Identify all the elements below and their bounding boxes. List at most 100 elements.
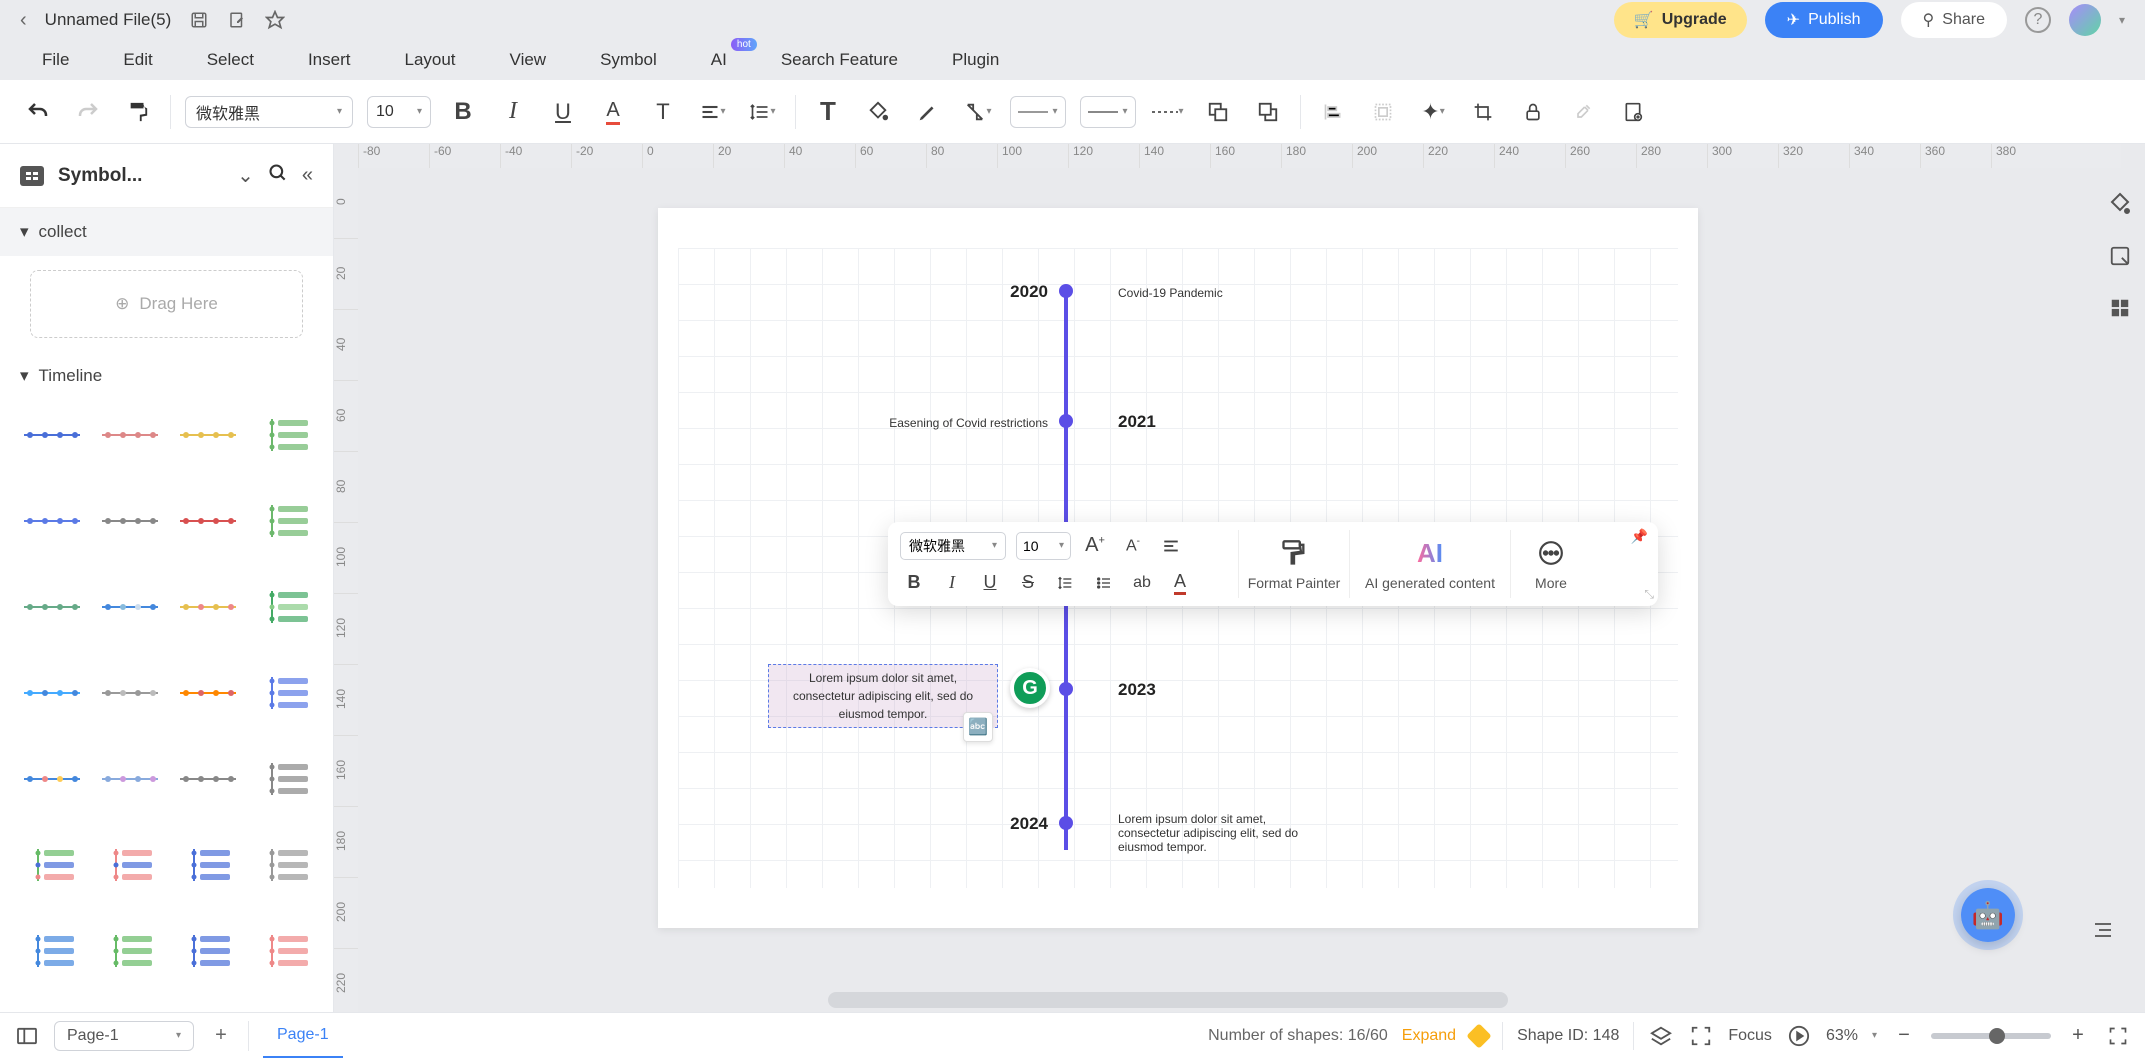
grammarly-icon[interactable]: G — [1010, 668, 1050, 708]
menu-edit[interactable]: Edit — [101, 44, 174, 76]
page-setup-button[interactable] — [1615, 94, 1651, 130]
zoom-slider[interactable] — [1931, 1033, 2051, 1039]
timeline-shape-thumb[interactable] — [174, 840, 242, 890]
line-style-select[interactable]: ▾ — [1010, 96, 1066, 128]
horizontal-scrollbar[interactable] — [828, 992, 1508, 1008]
menu-symbol[interactable]: Symbol — [578, 44, 679, 76]
align-button[interactable]: ▾ — [695, 94, 731, 130]
timeline-shape-thumb[interactable] — [96, 496, 164, 546]
timeline-shape-thumb[interactable] — [18, 496, 86, 546]
ai-content-block[interactable]: AI AI generated content — [1350, 522, 1510, 606]
group-button[interactable] — [1365, 94, 1401, 130]
collect-section-header[interactable]: ▾ collect — [0, 208, 333, 256]
arrow-style-select[interactable]: ▾ — [1080, 96, 1136, 128]
presentation-button[interactable] — [1786, 1023, 1812, 1049]
menu-view[interactable]: View — [488, 44, 569, 76]
help-button[interactable]: ? — [2025, 7, 2051, 33]
resize-handle-icon[interactable]: ⤡ — [1644, 587, 1654, 602]
timeline-shape-thumb[interactable] — [252, 668, 320, 718]
drag-here-zone[interactable]: ⊕ Drag Here — [30, 270, 303, 338]
send-back-button[interactable] — [1250, 94, 1286, 130]
timeline-shape-thumb[interactable] — [96, 668, 164, 718]
dash-style-button[interactable]: ▾ — [1150, 94, 1186, 130]
bring-front-button[interactable] — [1200, 94, 1236, 130]
timeline-dot-2021[interactable] — [1059, 414, 1073, 428]
ctx-font-select[interactable]: 微软雅黑 ▾ — [900, 532, 1006, 560]
timeline-shape-thumb[interactable] — [18, 410, 86, 460]
timeline-shape-thumb[interactable] — [18, 754, 86, 804]
properties-button[interactable] — [2104, 240, 2136, 272]
timeline-shape-thumb[interactable] — [18, 926, 86, 976]
timeline-shape-thumb[interactable] — [252, 582, 320, 632]
label-2020[interactable]: Covid-19 Pandemic — [1118, 286, 1223, 300]
more-block[interactable]: More — [1511, 522, 1591, 606]
lock-button[interactable] — [1515, 94, 1551, 130]
timeline-dot-2020[interactable] — [1059, 284, 1073, 298]
ctx-list-button[interactable] — [1090, 569, 1118, 597]
timeline-shape-thumb[interactable] — [96, 926, 164, 976]
label-2023[interactable]: Lorem ipsum dolor sit amet, consectetur … — [793, 671, 973, 721]
apps-button[interactable] — [2104, 292, 2136, 324]
year-2020[interactable]: 2020 — [988, 282, 1048, 302]
focus-label[interactable]: Focus — [1728, 1027, 1772, 1045]
timeline-dot-2024[interactable] — [1059, 816, 1073, 830]
label-2021[interactable]: Easening of Covid restrictions — [848, 416, 1048, 430]
timeline-shape-thumb[interactable] — [252, 496, 320, 546]
format-painter-button[interactable] — [120, 94, 156, 130]
timeline-shape-thumb[interactable] — [96, 754, 164, 804]
search-icon[interactable] — [268, 163, 288, 189]
layers-button[interactable] — [1648, 1023, 1674, 1049]
star-icon[interactable] — [265, 10, 285, 30]
expand-link[interactable]: Expand — [1402, 1027, 1456, 1045]
menu-file[interactable]: File — [20, 44, 91, 76]
zoom-value[interactable]: 63% — [1826, 1027, 1858, 1045]
timeline-shape-thumb[interactable] — [252, 754, 320, 804]
font-family-select[interactable]: 微软雅黑 ▾ — [185, 96, 353, 128]
timeline-shape-thumb[interactable] — [96, 840, 164, 890]
pages-panel-button[interactable] — [14, 1023, 40, 1049]
line-spacing-button[interactable]: ▾ — [745, 94, 781, 130]
align-objects-button[interactable] — [1315, 94, 1351, 130]
timeline-shape-thumb[interactable] — [18, 840, 86, 890]
pin-icon[interactable]: 📌 — [1631, 528, 1648, 545]
library-dropdown-icon[interactable]: ⌄ — [237, 163, 254, 188]
add-page-button[interactable]: + — [208, 1023, 234, 1049]
timeline-dot-2023[interactable] — [1059, 682, 1073, 696]
save-icon[interactable] — [189, 10, 209, 30]
year-2024[interactable]: 2024 — [988, 814, 1048, 834]
canvas-area[interactable]: -80-60-40-200204060801001201401601802002… — [334, 144, 2145, 1012]
timeline-shape-thumb[interactable] — [174, 582, 242, 632]
outline-toggle-icon[interactable] — [2091, 920, 2127, 942]
year-2023[interactable]: 2023 — [1118, 680, 1156, 700]
zoom-out-button[interactable]: − — [1891, 1023, 1917, 1049]
menu-insert[interactable]: Insert — [286, 44, 373, 76]
timeline-shape-thumb[interactable] — [18, 668, 86, 718]
ctx-size-select[interactable]: 10 ▾ — [1016, 532, 1071, 560]
ai-assistant-fab[interactable]: 🤖 — [1961, 888, 2015, 942]
pen-button[interactable] — [910, 94, 946, 130]
bold-button[interactable]: B — [445, 94, 481, 130]
focus-target-icon[interactable] — [1688, 1023, 1714, 1049]
warning-badge-icon[interactable] — [1466, 1023, 1491, 1048]
fullscreen-button[interactable] — [2105, 1023, 2131, 1049]
zoom-in-button[interactable]: + — [2065, 1023, 2091, 1049]
ctx-italic-button[interactable]: I — [938, 569, 966, 597]
decrease-font-button[interactable]: A- — [1119, 532, 1147, 560]
file-name[interactable]: Unnamed File(5) — [45, 10, 172, 30]
menu-layout[interactable]: Layout — [382, 44, 477, 76]
label-2024[interactable]: Lorem ipsum dolor sit amet, consectetur … — [1118, 812, 1328, 854]
menu-plugin[interactable]: Plugin — [930, 44, 1021, 76]
timeline-shape-thumb[interactable] — [174, 668, 242, 718]
insert-text-button[interactable]: T — [810, 94, 846, 130]
crop-button[interactable] — [1465, 94, 1501, 130]
timeline-shape-thumb[interactable] — [252, 410, 320, 460]
timeline-shape-thumb[interactable] — [18, 582, 86, 632]
undo-button[interactable] — [20, 94, 56, 130]
format-painter-block[interactable]: Format Painter — [1239, 522, 1349, 606]
connector-button[interactable]: ▾ — [960, 94, 996, 130]
user-avatar[interactable] — [2069, 4, 2101, 36]
upgrade-button[interactable]: 🛒 Upgrade — [1614, 2, 1747, 38]
page-selector[interactable]: Page-1 ▾ — [54, 1021, 194, 1051]
ctx-align-button[interactable] — [1157, 532, 1185, 560]
font-size-select[interactable]: 10 ▾ — [367, 96, 431, 128]
